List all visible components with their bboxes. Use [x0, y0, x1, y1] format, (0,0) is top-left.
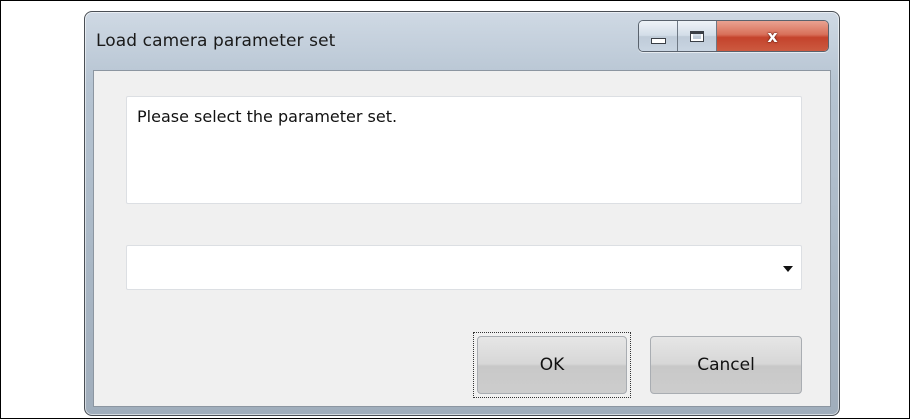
minimize-button[interactable]: [639, 21, 678, 51]
chevron-down-icon[interactable]: [783, 266, 793, 272]
caption-buttons: x: [638, 20, 829, 52]
ok-button[interactable]: OK: [477, 336, 627, 394]
maximize-icon: [690, 30, 704, 42]
message-box: Please select the parameter set.: [126, 96, 802, 204]
minimize-icon: [650, 38, 666, 44]
cancel-button[interactable]: Cancel: [650, 336, 802, 394]
dialog-client-area: Please select the parameter set. OK Canc…: [93, 70, 831, 407]
window-title: Load camera parameter set: [96, 31, 336, 51]
dialog-window: Load camera parameter set x Please selec…: [84, 11, 840, 416]
title-bar[interactable]: Load camera parameter set x: [85, 12, 839, 70]
parameter-set-select[interactable]: [126, 245, 802, 290]
message-text: Please select the parameter set.: [137, 107, 398, 126]
close-button[interactable]: x: [717, 21, 828, 51]
maximize-button[interactable]: [678, 21, 717, 51]
close-icon: x: [767, 26, 778, 46]
